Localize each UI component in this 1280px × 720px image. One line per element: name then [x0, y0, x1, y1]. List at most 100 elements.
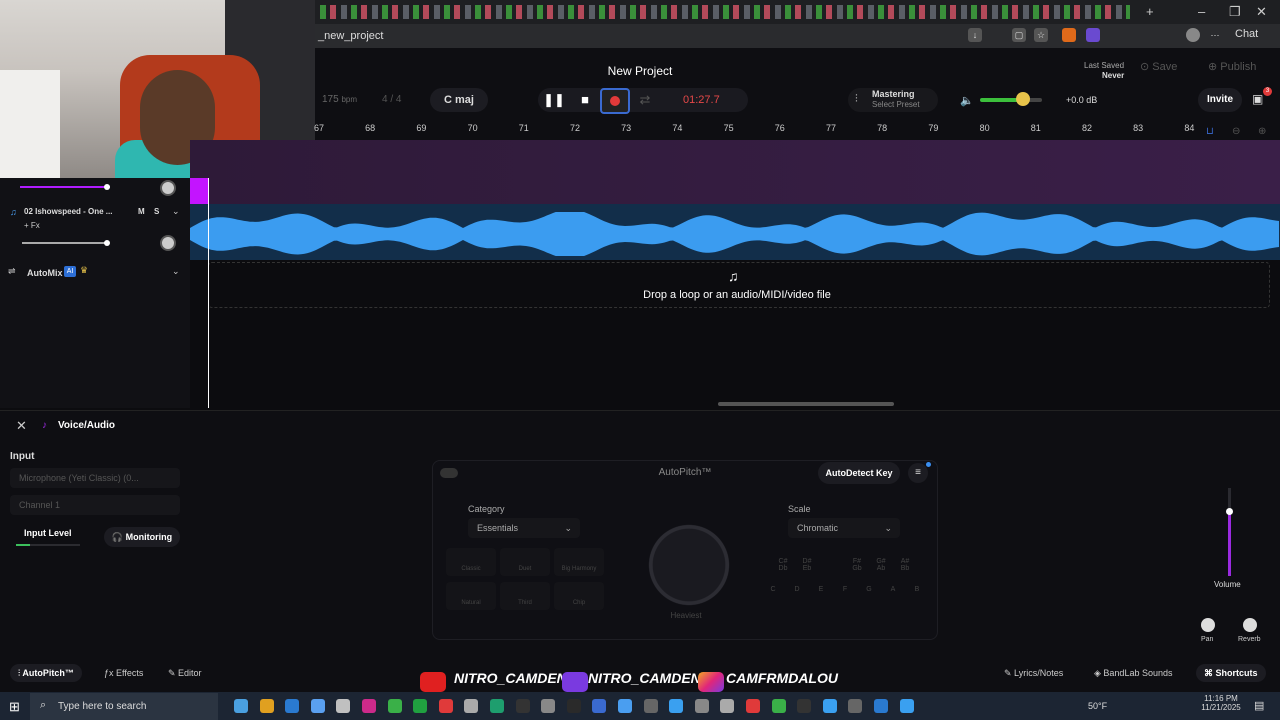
taskbar-app-icon[interactable]	[413, 699, 428, 713]
pitch-strength-dial[interactable]	[636, 512, 742, 618]
note-button[interactable]: G# Ab	[872, 558, 890, 572]
taskbar-app-icon[interactable]	[490, 699, 504, 713]
speaker-icon[interactable]: 🔈	[960, 94, 974, 107]
note-button[interactable]: C	[764, 586, 782, 600]
maximize-icon[interactable]: ❐	[1229, 4, 1241, 20]
tab-shortcuts[interactable]: ⌘ Shortcuts	[1196, 664, 1266, 682]
master-volume-slider[interactable]	[980, 98, 1042, 102]
taskbar-app-icon[interactable]	[464, 699, 479, 713]
key-selector[interactable]: C maj	[430, 88, 488, 112]
extension-icon[interactable]	[1086, 28, 1100, 42]
bpm-display[interactable]: 175 bpm	[322, 94, 357, 105]
mute-button[interactable]: M	[138, 207, 145, 216]
preset-third[interactable]: Third	[500, 582, 550, 610]
bpm-value[interactable]: 175	[322, 94, 339, 105]
extension-icon[interactable]	[1062, 28, 1076, 42]
category-select[interactable]: Essentials ⌄	[468, 518, 580, 538]
chat-button[interactable]: Chat	[1235, 28, 1258, 40]
note-button[interactable]: C# Db	[774, 558, 792, 572]
voice-track-pan-knob[interactable]	[160, 180, 176, 196]
tab-bandlab-sounds[interactable]: ◈ BandLab Sounds	[1086, 664, 1180, 682]
taskbar-app-icon[interactable]	[515, 699, 530, 713]
chevron-down-icon[interactable]: ⌄	[172, 206, 180, 217]
tab-autopitch[interactable]: ⫶ AutoPitch™	[10, 664, 82, 682]
automix-label[interactable]: AutoMix	[27, 268, 63, 278]
close-panel-icon[interactable]: ✕	[16, 418, 27, 434]
monitoring-button[interactable]: 🎧 Monitoring	[104, 527, 180, 547]
playhead[interactable]	[208, 178, 209, 408]
autodetect-key-button[interactable]: AutoDetect Key	[818, 462, 900, 484]
reverb-knob[interactable]	[1243, 618, 1257, 632]
taskbar-app-icon[interactable]	[643, 699, 658, 713]
track-volume-handle[interactable]	[1226, 508, 1233, 515]
preset-big-harmony[interactable]: Big Harmony	[554, 548, 604, 576]
snap-icon[interactable]: ⊔	[1206, 126, 1214, 137]
new-tab-icon[interactable]: +	[1146, 4, 1154, 19]
taskbar-app-icon[interactable]	[746, 699, 760, 713]
minimize-icon[interactable]: –	[1198, 4, 1205, 19]
taskbar-app-icon[interactable]	[438, 699, 453, 713]
weather-text[interactable]: 50°F	[1088, 701, 1107, 711]
taskbar-app-icon[interactable]	[669, 699, 684, 713]
pause-button[interactable]: ❚❚	[543, 90, 565, 110]
note-button[interactable]: F	[836, 586, 854, 600]
publish-button[interactable]: ⊕ Publish	[1208, 60, 1256, 73]
track-volume-handle[interactable]	[104, 240, 110, 246]
add-fx-button[interactable]: + Fx	[24, 221, 40, 230]
master-volume-knob[interactable]	[1016, 92, 1030, 106]
taskbar-app-icon[interactable]	[259, 699, 274, 713]
loop-icon[interactable]: ⇄	[634, 90, 656, 110]
taskbar-app-icon[interactable]	[822, 699, 837, 713]
project-title[interactable]: New Project	[600, 64, 680, 78]
taskbar-clock[interactable]: 11:16 PM 11/21/2025	[1196, 694, 1246, 712]
taskbar-app-icon[interactable]	[848, 699, 863, 713]
autopitch-toggle[interactable]	[440, 468, 458, 478]
close-window-icon[interactable]: ✕	[1256, 4, 1267, 20]
track-name[interactable]: 02 Ishowspeed - One ...	[24, 207, 112, 216]
taskbar-app-icon[interactable]	[618, 699, 632, 713]
note-button[interactable]: A	[884, 586, 902, 600]
voice-track-volume-handle[interactable]	[104, 184, 110, 190]
preset-natural[interactable]: Natural	[446, 582, 496, 610]
input-device-select[interactable]: Microphone (Yeti Classic) (0...	[10, 468, 180, 488]
taskbar-app-icon[interactable]	[874, 699, 888, 713]
note-button[interactable]: A# Bb	[896, 558, 914, 572]
note-button[interactable]: G	[860, 586, 878, 600]
address-bar[interactable]	[315, 24, 1280, 48]
taskbar-app-icon[interactable]	[362, 699, 376, 713]
horizontal-scrollbar[interactable]	[718, 402, 894, 406]
preset-chip[interactable]: Chip	[554, 582, 604, 610]
taskbar-app-icon[interactable]	[566, 699, 581, 713]
automix-chevron-icon[interactable]: ⌄	[172, 266, 180, 277]
more-menu-icon[interactable]: ⋯	[1208, 28, 1222, 42]
taskbar-app-icon[interactable]	[541, 699, 556, 713]
note-button[interactable]: B	[908, 586, 926, 600]
taskbar-app-icon[interactable]	[771, 699, 786, 713]
drop-zone[interactable]	[208, 262, 1270, 308]
profile-avatar[interactable]	[1186, 28, 1200, 42]
settings-sliders-icon[interactable]: ≡	[908, 463, 928, 483]
taskbar-app-icon[interactable]	[694, 699, 709, 713]
solo-button[interactable]: S	[154, 207, 159, 216]
track-volume-slider[interactable]	[22, 242, 108, 244]
taskbar-app-icon[interactable]	[797, 699, 812, 713]
windows-start-icon[interactable]: ⊞	[9, 699, 20, 715]
taskbar-app-icon[interactable]	[387, 699, 402, 713]
stop-button[interactable]: ■	[574, 90, 596, 110]
taskbar-app-icon[interactable]	[592, 699, 607, 713]
note-button[interactable]: D# Eb	[798, 558, 816, 572]
track-pan-knob[interactable]	[160, 235, 176, 251]
url-text[interactable]: _new_project	[318, 30, 383, 42]
preset-duet[interactable]: Duet	[500, 548, 550, 576]
note-button[interactable]: D	[788, 586, 806, 600]
zoom-in-icon[interactable]: ⊕	[1258, 126, 1266, 137]
download-icon[interactable]: ↓	[968, 28, 982, 42]
taskbar-app-icon[interactable]	[720, 699, 735, 713]
browser-tab-strip[interactable]	[320, 5, 1130, 19]
note-button[interactable]: F# Gb	[848, 558, 866, 572]
invite-button[interactable]: Invite	[1198, 88, 1242, 112]
scale-select[interactable]: Chromatic ⌄	[788, 518, 900, 538]
taskbar-app-icon[interactable]	[310, 699, 325, 713]
taskbar-app-icon[interactable]	[234, 699, 248, 713]
tab-lyrics[interactable]: ✎ Lyrics/Notes	[996, 664, 1071, 682]
